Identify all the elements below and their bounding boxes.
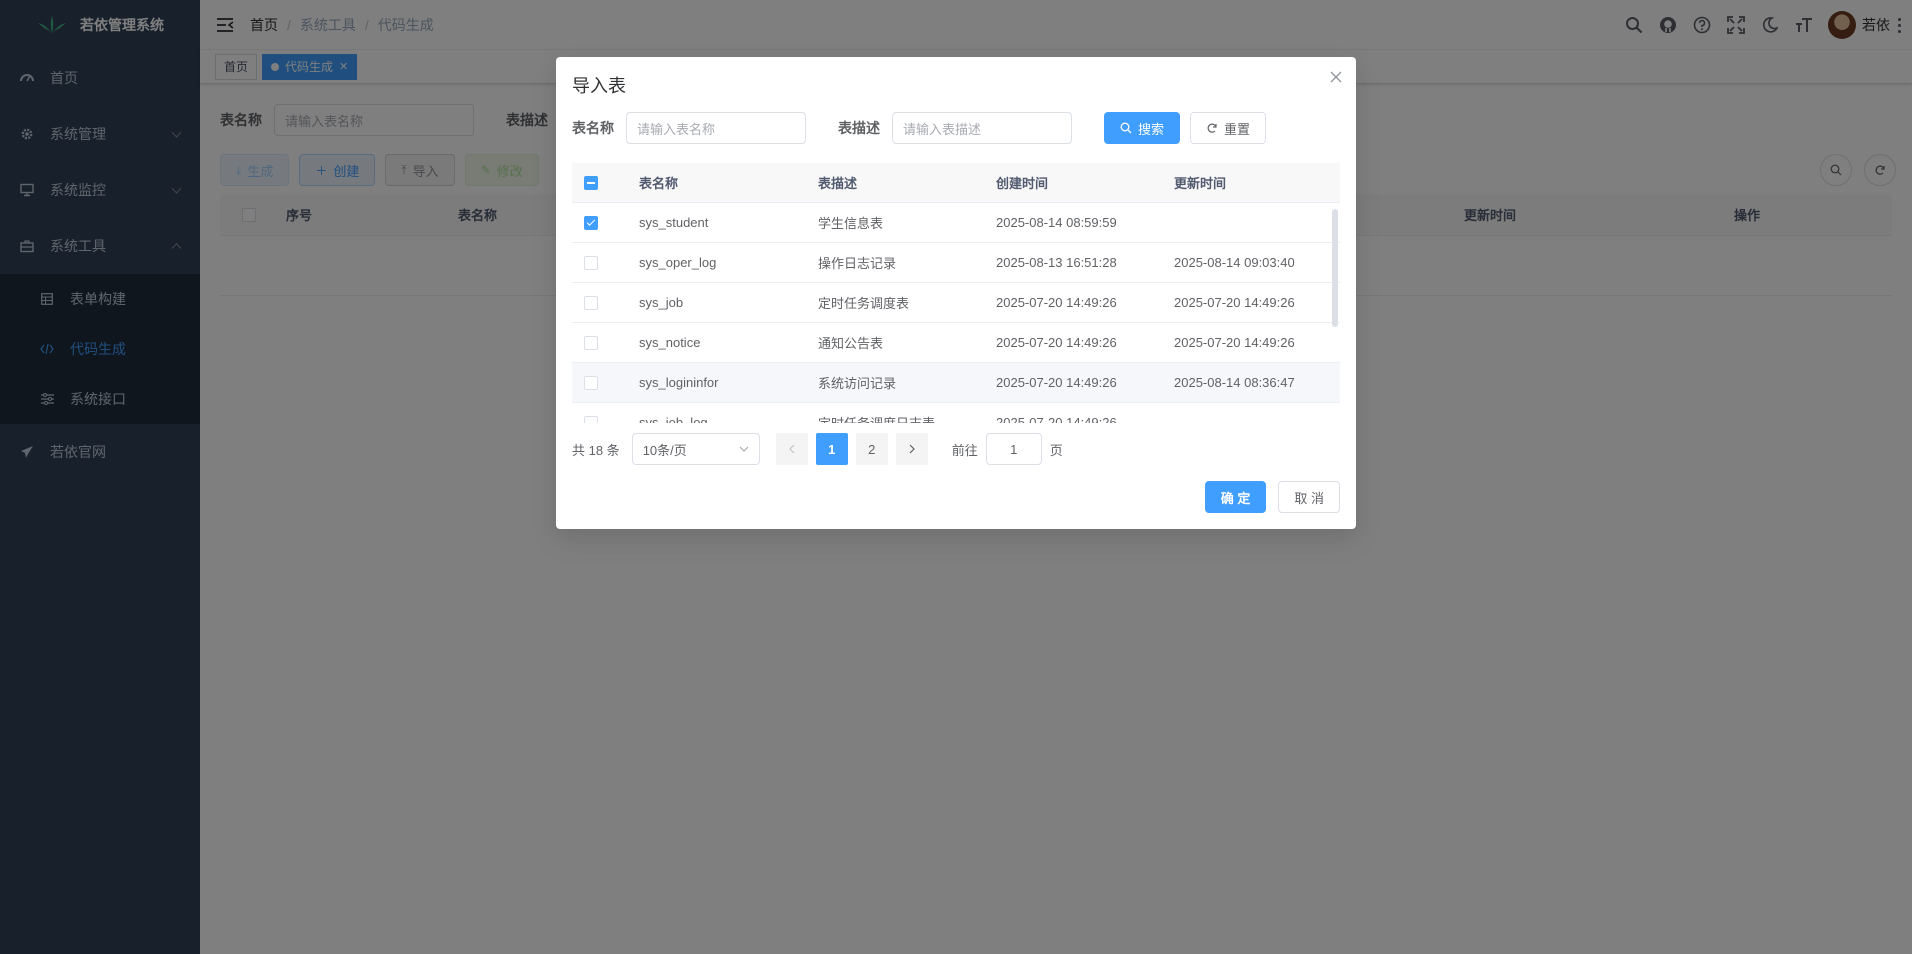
cell-update-time: 2025-08-14 08:36:47	[1174, 375, 1295, 390]
col-table-name: 表名称	[639, 176, 679, 191]
page-button[interactable]: 1	[815, 433, 848, 465]
search-label: 搜索	[1138, 121, 1165, 137]
prev-page-button[interactable]	[775, 433, 808, 465]
page-jumper: 前往 1 页	[952, 433, 1063, 465]
cell-table-desc: 操作日志记录	[818, 256, 897, 271]
chevron-left-icon	[788, 444, 795, 454]
col-table-desc: 表描述	[818, 176, 858, 191]
row-checkbox[interactable]	[584, 255, 598, 270]
page-button[interactable]: 2	[855, 433, 888, 465]
cell-table-desc: 通知公告表	[818, 336, 884, 351]
row-checkbox[interactable]	[584, 215, 598, 230]
cell-table-name: sys_job_log	[639, 415, 708, 423]
cell-update-time: 2025-07-20 14:49:26	[1174, 335, 1295, 350]
dialog-search-form: 表名称 请输入表名称 表描述 请输入表描述 搜索 重置	[572, 112, 1276, 144]
dialog-name-input[interactable]: 请输入表名称	[626, 112, 806, 144]
dialog-name-label: 表名称	[572, 120, 614, 136]
table-scrollbar[interactable]	[1332, 209, 1338, 327]
confirm-button[interactable]: 确 定	[1204, 481, 1267, 513]
close-icon[interactable]	[1328, 69, 1344, 85]
search-icon	[1120, 122, 1132, 134]
col-create-time: 创建时间	[996, 176, 1049, 191]
cell-update-time: 2025-08-14 09:03:40	[1174, 255, 1295, 270]
import-table: 表名称 表描述 创建时间 更新时间 sys_student 学生信息表 2025-0…	[572, 163, 1340, 423]
cell-update-time: 2025-07-20 14:49:26	[1174, 295, 1295, 310]
col-update-time: 更新时间	[1174, 176, 1227, 191]
chevron-right-icon	[909, 444, 915, 454]
chevron-down-icon	[739, 446, 749, 452]
pagination: 共 18 条 10条/页 1 2 前往 1 页	[572, 433, 1063, 465]
table-row[interactable]: sys_notice 通知公告表 2025-07-20 14:49:26 2025-0…	[572, 323, 1340, 363]
cell-create-time: 2025-07-20 14:49:26	[996, 375, 1117, 390]
select-all-checkbox[interactable]	[584, 175, 598, 190]
cell-table-name: sys_notice	[639, 335, 701, 350]
row-checkbox[interactable]	[584, 335, 598, 350]
cell-create-time: 2025-07-20 14:49:26	[996, 295, 1117, 310]
next-page-button[interactable]	[895, 433, 928, 465]
reset-button[interactable]: 重置	[1190, 112, 1267, 144]
cell-create-time: 2025-08-14 08:59:59	[996, 215, 1117, 230]
cell-create-time: 2025-08-13 16:51:28	[996, 255, 1117, 270]
table-row[interactable]: sys_job_log 定时任务调度日志表 2025-07-20 14:49:26	[572, 403, 1340, 423]
dialog-desc-input[interactable]: 请输入表描述	[892, 112, 1072, 144]
import-table-dialog: 导入表 表名称 请输入表名称 表描述 请输入表描述 搜索 重置 表名称 表描述 …	[556, 57, 1356, 529]
dialog-footer: 确 定 取 消	[1193, 481, 1340, 513]
table-row[interactable]: sys_oper_log 操作日志记录 2025-08-13 16:51:28 202…	[572, 243, 1340, 283]
table-row[interactable]: sys_job 定时任务调度表 2025-07-20 14:49:26 2025-07…	[572, 283, 1340, 323]
cell-table-name: sys_student	[639, 215, 709, 230]
search-button[interactable]: 搜索	[1104, 112, 1181, 144]
cell-table-name: sys_job	[639, 295, 684, 310]
import-table-header: 表名称 表描述 创建时间 更新时间	[572, 163, 1340, 203]
cancel-button[interactable]: 取 消	[1278, 481, 1340, 513]
row-checkbox[interactable]	[584, 415, 598, 423]
table-row[interactable]: sys_logininfor 系统访问记录 2025-07-20 14:49:26 2…	[572, 363, 1340, 403]
row-checkbox[interactable]	[584, 375, 598, 390]
dialog-desc-label: 表描述	[838, 120, 880, 136]
cell-table-desc: 学生信息表	[818, 216, 884, 231]
cell-table-desc: 定时任务调度日志表	[818, 403, 935, 423]
cell-table-name: sys_oper_log	[639, 255, 717, 270]
import-table-body: sys_student 学生信息表 2025-08-14 08:59:59 sys_o…	[572, 203, 1340, 423]
goto-page-input[interactable]: 1	[985, 433, 1042, 465]
cell-create-time: 2025-07-20 14:49:26	[996, 415, 1117, 423]
table-row[interactable]: sys_student 学生信息表 2025-08-14 08:59:59	[572, 203, 1340, 243]
goto-label: 前往	[951, 442, 978, 458]
page-suffix: 页	[1049, 442, 1063, 458]
refresh-icon	[1207, 123, 1217, 133]
cell-create-time: 2025-07-20 14:49:26	[996, 335, 1117, 350]
page-size-value: 10条/页	[642, 442, 687, 458]
dialog-title: 导入表	[572, 76, 626, 96]
row-checkbox[interactable]	[584, 295, 598, 310]
cell-table-desc: 系统访问记录	[818, 376, 897, 391]
page-size-select[interactable]: 10条/页	[631, 433, 760, 465]
pagination-total: 共 18 条	[572, 442, 620, 458]
cell-table-name: sys_logininfor	[639, 375, 719, 390]
cell-table-desc: 定时任务调度表	[818, 296, 910, 311]
reset-label: 重置	[1224, 121, 1251, 137]
